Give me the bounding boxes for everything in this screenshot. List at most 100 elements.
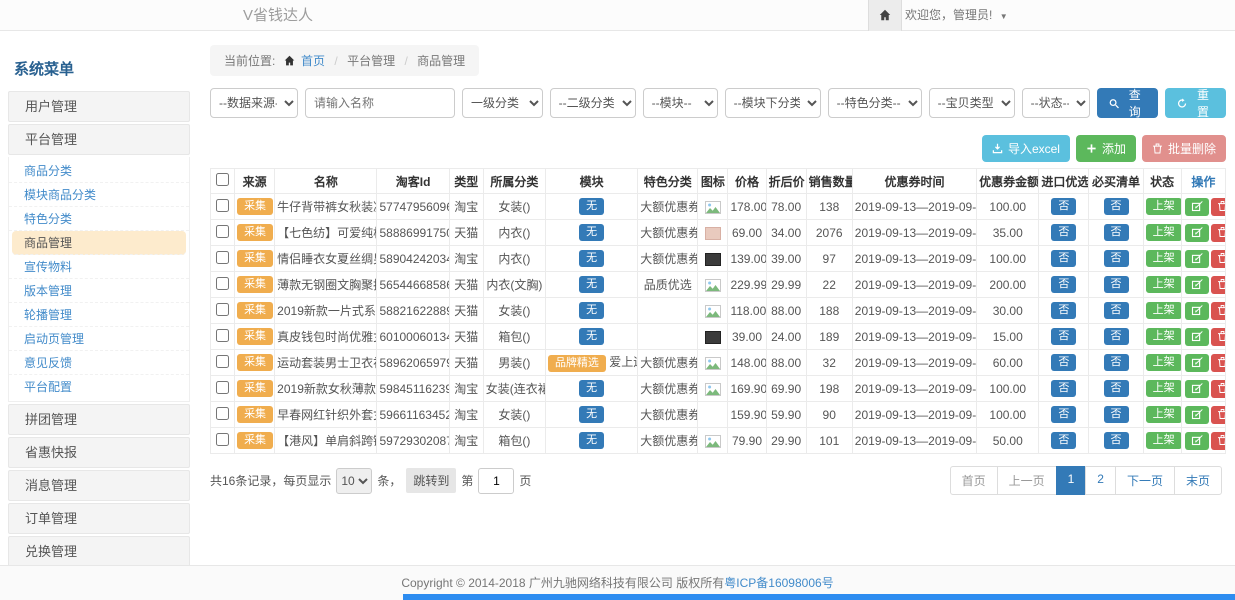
row-checkbox[interactable] xyxy=(216,433,229,446)
status-button[interactable]: 上架 xyxy=(1146,406,1182,423)
status-select[interactable]: --状态-- xyxy=(1022,88,1090,118)
sidebar-group-item[interactable]: 兑换管理 xyxy=(8,536,190,567)
row-checkbox[interactable] xyxy=(216,355,229,368)
row-checkbox[interactable] xyxy=(216,303,229,316)
sidebar-group-item[interactable]: 消息管理 xyxy=(8,470,190,501)
imported-toggle-button[interactable]: 否 xyxy=(1051,198,1076,215)
module-select[interactable]: --模块-- xyxy=(643,88,718,118)
edit-button[interactable] xyxy=(1185,224,1209,242)
status-button[interactable]: 上架 xyxy=(1146,354,1182,371)
imported-toggle-button[interactable]: 否 xyxy=(1051,302,1076,319)
must-buy-toggle-button[interactable]: 否 xyxy=(1104,354,1129,371)
search-button[interactable]: 查询 xyxy=(1097,88,1158,118)
status-button[interactable]: 上架 xyxy=(1146,250,1182,267)
status-button[interactable]: 上架 xyxy=(1146,198,1182,215)
module-none-button[interactable]: 无 xyxy=(579,302,604,319)
delete-button[interactable] xyxy=(1211,198,1226,216)
breadcrumb-home-link[interactable]: 首页 xyxy=(301,54,325,68)
delete-button[interactable] xyxy=(1211,406,1226,424)
batch-delete-button[interactable]: 批量删除 xyxy=(1142,135,1226,162)
delete-button[interactable] xyxy=(1211,250,1226,268)
delete-button[interactable] xyxy=(1211,328,1226,346)
sidebar-subitem-active[interactable]: 商品管理 xyxy=(12,231,186,255)
must-buy-toggle-button[interactable]: 否 xyxy=(1104,328,1129,345)
name-input[interactable] xyxy=(305,88,455,118)
sidebar-group-item[interactable]: 省惠快报 xyxy=(8,437,190,468)
sidebar-group-item[interactable]: 拼团管理 xyxy=(8,404,190,435)
select-all-checkbox[interactable] xyxy=(216,173,229,186)
imported-toggle-button[interactable]: 否 xyxy=(1051,224,1076,241)
data-source-select[interactable]: --数据来源-- xyxy=(210,88,298,118)
sidebar-group-item[interactable]: 用户管理 xyxy=(8,91,190,122)
status-button[interactable]: 上架 xyxy=(1146,302,1182,319)
must-buy-toggle-button[interactable]: 否 xyxy=(1104,250,1129,267)
must-buy-toggle-button[interactable]: 否 xyxy=(1104,302,1129,319)
level2-category-select[interactable]: --二级分类-- xyxy=(550,88,636,118)
sidebar-subitem-link[interactable]: 版本管理 xyxy=(9,279,189,303)
delete-button[interactable] xyxy=(1211,354,1226,372)
page-button-末页[interactable]: 末页 xyxy=(1174,466,1222,495)
edit-button[interactable] xyxy=(1185,328,1209,346)
imported-toggle-button[interactable]: 否 xyxy=(1051,432,1076,449)
module-none-button[interactable]: 无 xyxy=(579,224,604,241)
delete-button[interactable] xyxy=(1211,224,1226,242)
must-buy-toggle-button[interactable]: 否 xyxy=(1104,224,1129,241)
sidebar-subitem-link[interactable]: 特色分类 xyxy=(9,207,189,231)
sidebar-subitem-link[interactable]: 模块商品分类 xyxy=(9,183,189,207)
edit-button[interactable] xyxy=(1185,380,1209,398)
feature-category-select[interactable]: --特色分类-- xyxy=(828,88,922,118)
user-menu[interactable]: 欢迎您，管理员! ▼ xyxy=(905,0,1008,32)
must-buy-toggle-button[interactable]: 否 xyxy=(1104,432,1129,449)
page-button-下一页[interactable]: 下一页 xyxy=(1115,466,1175,495)
module-none-button[interactable]: 无 xyxy=(579,250,604,267)
edit-button[interactable] xyxy=(1185,432,1209,450)
edit-button[interactable] xyxy=(1185,250,1209,268)
must-buy-toggle-button[interactable]: 否 xyxy=(1104,276,1129,293)
edit-button[interactable] xyxy=(1185,198,1209,216)
sidebar-subitem-link[interactable]: 轮播管理 xyxy=(9,303,189,327)
delete-button[interactable] xyxy=(1211,302,1226,320)
module-none-button[interactable]: 无 xyxy=(579,432,604,449)
imported-toggle-button[interactable]: 否 xyxy=(1051,354,1076,371)
imported-toggle-button[interactable]: 否 xyxy=(1051,328,1076,345)
row-checkbox[interactable] xyxy=(216,199,229,212)
delete-button[interactable] xyxy=(1211,432,1226,450)
row-checkbox[interactable] xyxy=(216,329,229,342)
row-checkbox[interactable] xyxy=(216,251,229,264)
delete-button[interactable] xyxy=(1211,380,1226,398)
sidebar-subitem-link[interactable]: 平台配置 xyxy=(9,375,189,399)
imported-toggle-button[interactable]: 否 xyxy=(1051,380,1076,397)
level1-category-select[interactable]: 一级分类 xyxy=(462,88,543,118)
edit-button[interactable] xyxy=(1185,276,1209,294)
must-buy-toggle-button[interactable]: 否 xyxy=(1104,380,1129,397)
status-button[interactable]: 上架 xyxy=(1146,276,1182,293)
must-buy-toggle-button[interactable]: 否 xyxy=(1104,406,1129,423)
module-sub-category-select[interactable]: --模块下分类-- xyxy=(725,88,821,118)
sidebar-group-item[interactable]: 平台管理 xyxy=(8,124,190,155)
module-none-button[interactable]: 无 xyxy=(579,328,604,345)
jump-to-button[interactable]: 跳转到 xyxy=(406,468,456,493)
page-button-2[interactable]: 2 xyxy=(1085,466,1116,495)
imported-toggle-button[interactable]: 否 xyxy=(1051,276,1076,293)
sidebar-subitem-link[interactable]: 意见反馈 xyxy=(9,351,189,375)
import-excel-button[interactable]: 导入excel xyxy=(982,135,1070,162)
delete-button[interactable] xyxy=(1211,276,1226,294)
reset-button[interactable]: 重置 xyxy=(1165,88,1226,118)
row-checkbox[interactable] xyxy=(216,277,229,290)
row-checkbox[interactable] xyxy=(216,225,229,238)
status-button[interactable]: 上架 xyxy=(1146,328,1182,345)
module-none-button[interactable]: 无 xyxy=(579,380,604,397)
status-button[interactable]: 上架 xyxy=(1146,432,1182,449)
module-none-button[interactable]: 无 xyxy=(579,276,604,293)
imported-toggle-button[interactable]: 否 xyxy=(1051,250,1076,267)
status-button[interactable]: 上架 xyxy=(1146,224,1182,241)
sidebar-subitem-link[interactable]: 商品分类 xyxy=(9,159,189,183)
item-type-select[interactable]: --宝贝类型-- xyxy=(929,88,1015,118)
module-none-button[interactable]: 无 xyxy=(579,198,604,215)
status-button[interactable]: 上架 xyxy=(1146,380,1182,397)
sidebar-subitem-link[interactable]: 宣传物料 xyxy=(9,255,189,279)
page-number-input[interactable] xyxy=(478,468,514,494)
edit-button[interactable] xyxy=(1185,302,1209,320)
sidebar-group-item[interactable]: 订单管理 xyxy=(8,503,190,534)
row-checkbox[interactable] xyxy=(216,381,229,394)
